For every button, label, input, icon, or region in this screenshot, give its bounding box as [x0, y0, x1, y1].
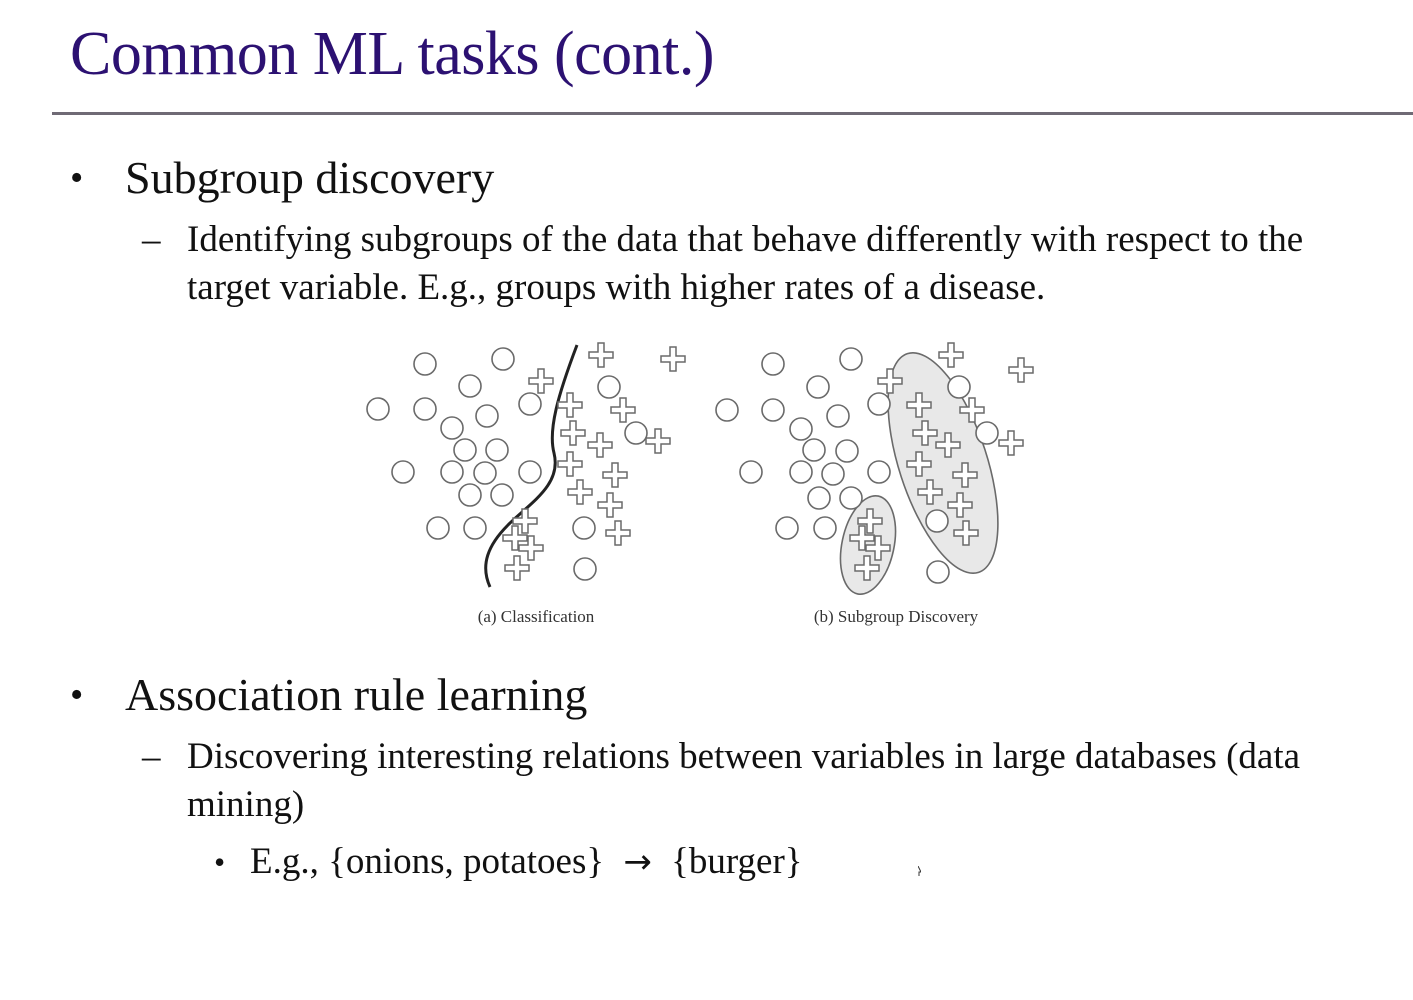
arrow-icon: →: [623, 842, 652, 882]
example-antecedent: E.g., {onions, potatoes}: [250, 841, 605, 882]
plus-point: [998, 430, 1024, 456]
association-description: Discovering interesting relations betwee…: [187, 736, 1301, 825]
circle-point: [518, 392, 542, 416]
caption-subgroup-discovery: (b) Subgroup Discovery: [814, 607, 979, 626]
circle-point: [715, 398, 739, 422]
plus-point: [528, 368, 554, 394]
bullet-marker: •: [70, 674, 84, 716]
circle-point: [761, 352, 785, 376]
bullet-marker: •: [70, 157, 84, 199]
plus-point: [938, 342, 964, 368]
dash-marker: –: [142, 219, 161, 260]
circle-point: [826, 404, 850, 428]
plus-point: [602, 462, 628, 488]
circle-point: [839, 486, 863, 510]
plus-point: [557, 392, 583, 418]
circle-point: [463, 516, 487, 540]
circle-point: [867, 392, 891, 416]
circle-point: [802, 438, 826, 462]
plus-point: [504, 555, 530, 581]
circle-point: [839, 347, 863, 371]
circle-point: [624, 421, 648, 445]
plus-point: [645, 428, 671, 454]
circle-point: [975, 421, 999, 445]
circle-point: [947, 375, 971, 399]
example-consequent: {burger}: [671, 841, 803, 882]
plus-point: [660, 346, 686, 372]
mouse-cursor-icon: [918, 866, 921, 876]
circle-point: [475, 404, 499, 428]
circle-point: [813, 516, 837, 540]
bullet-association-rule-learning: Association rule learning: [125, 669, 588, 720]
circle-point: [572, 516, 596, 540]
classification-vs-subgroup-figure: (a) Classification (b) Subgroup Discover…: [366, 342, 1034, 626]
plus-point: [610, 397, 636, 423]
subgroup-description: Identifying subgroups of the data that b…: [187, 219, 1304, 308]
circle-point: [458, 483, 482, 507]
circle-point: [473, 461, 497, 485]
circle-point: [491, 347, 515, 371]
circle-point: [807, 486, 831, 510]
plus-point: [1008, 357, 1034, 383]
plus-point: [587, 432, 613, 458]
circle-point: [925, 509, 949, 533]
circle-point: [453, 438, 477, 462]
bullet-subgroup-discovery: Subgroup discovery: [125, 152, 495, 203]
circle-point: [440, 416, 464, 440]
circle-point: [739, 460, 763, 484]
association-example: E.g., {onions, potatoes} → {burger}: [250, 838, 803, 886]
circle-point: [518, 460, 542, 484]
sub-bullet-marker: •: [214, 844, 226, 880]
circle-point: [490, 483, 514, 507]
circle-point: [821, 462, 845, 486]
panel-subgroup-discovery: [715, 342, 1034, 596]
caption-classification: (a) Classification: [478, 607, 595, 626]
plus-point: [605, 520, 631, 546]
panel-classification: [366, 342, 686, 588]
dash-marker: –: [142, 736, 161, 777]
circle-point: [761, 398, 785, 422]
circle-point: [391, 460, 415, 484]
circle-point: [597, 375, 621, 399]
circle-point: [835, 439, 859, 463]
circle-point: [413, 397, 437, 421]
circle-point: [867, 460, 891, 484]
circle-point: [789, 417, 813, 441]
circle-point: [806, 375, 830, 399]
slide-title: Common ML tasks (cont.): [70, 20, 715, 88]
title-divider: [52, 112, 1413, 115]
circle-point: [458, 374, 482, 398]
circle-point: [573, 557, 597, 581]
circle-point: [485, 438, 509, 462]
circle-point: [413, 352, 437, 376]
plus-point: [567, 479, 593, 505]
plus-point: [588, 342, 614, 368]
circle-point: [366, 397, 390, 421]
circle-point: [789, 460, 813, 484]
plus-point: [597, 492, 623, 518]
circle-point: [426, 516, 450, 540]
circle-point: [926, 560, 950, 584]
circle-point: [775, 516, 799, 540]
circle-point: [440, 460, 464, 484]
plus-point: [557, 451, 583, 477]
plus-point: [560, 420, 586, 446]
